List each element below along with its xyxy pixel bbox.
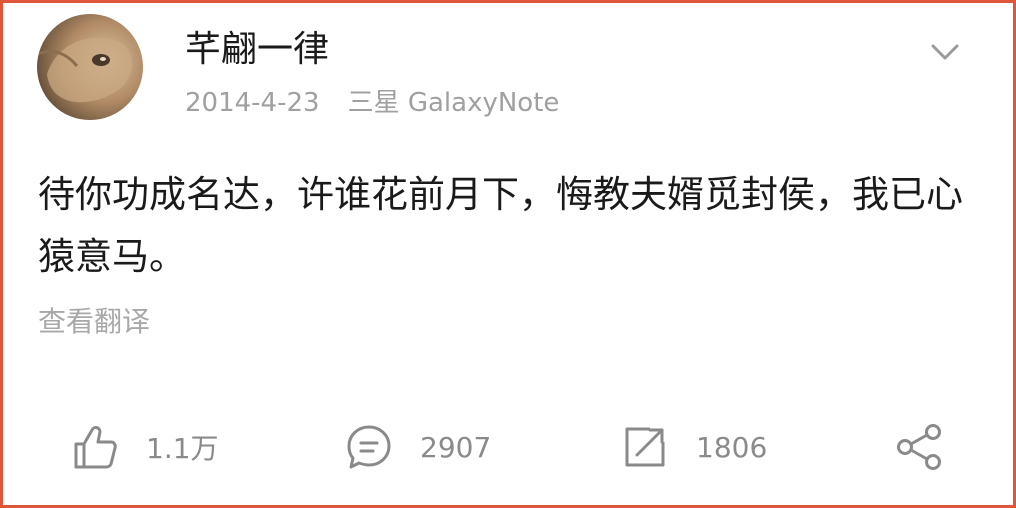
chevron-down-icon[interactable] — [928, 38, 962, 66]
post-device: 三星 GalaxyNote — [347, 88, 560, 118]
share-icon — [893, 421, 945, 473]
post-date: 2014-4-23 — [185, 88, 320, 118]
repost-count: 1806 — [696, 430, 768, 464]
post-meta: 2014-4-23 三星 GalaxyNote — [185, 86, 559, 120]
author-name[interactable]: 芊翩一律 — [185, 28, 329, 72]
share-button[interactable] — [893, 420, 945, 474]
like-count: 1.1万 — [146, 432, 219, 465]
thumbs-up-icon — [70, 422, 120, 472]
repost-arrow-icon — [620, 422, 670, 472]
repost-button[interactable]: 1806 — [620, 420, 767, 474]
translate-link[interactable]: 查看翻译 — [38, 302, 150, 342]
like-button[interactable]: 1.1万 — [70, 420, 219, 474]
post-text: 待你功成名达，许谁花前月下，悔教夫婿觅封侯，我已心猿意马。 — [38, 173, 963, 278]
comment-bubble-icon — [344, 422, 394, 472]
comment-count: 2907 — [420, 430, 492, 464]
comment-button[interactable]: 2907 — [344, 420, 491, 474]
avatar[interactable] — [37, 14, 143, 120]
